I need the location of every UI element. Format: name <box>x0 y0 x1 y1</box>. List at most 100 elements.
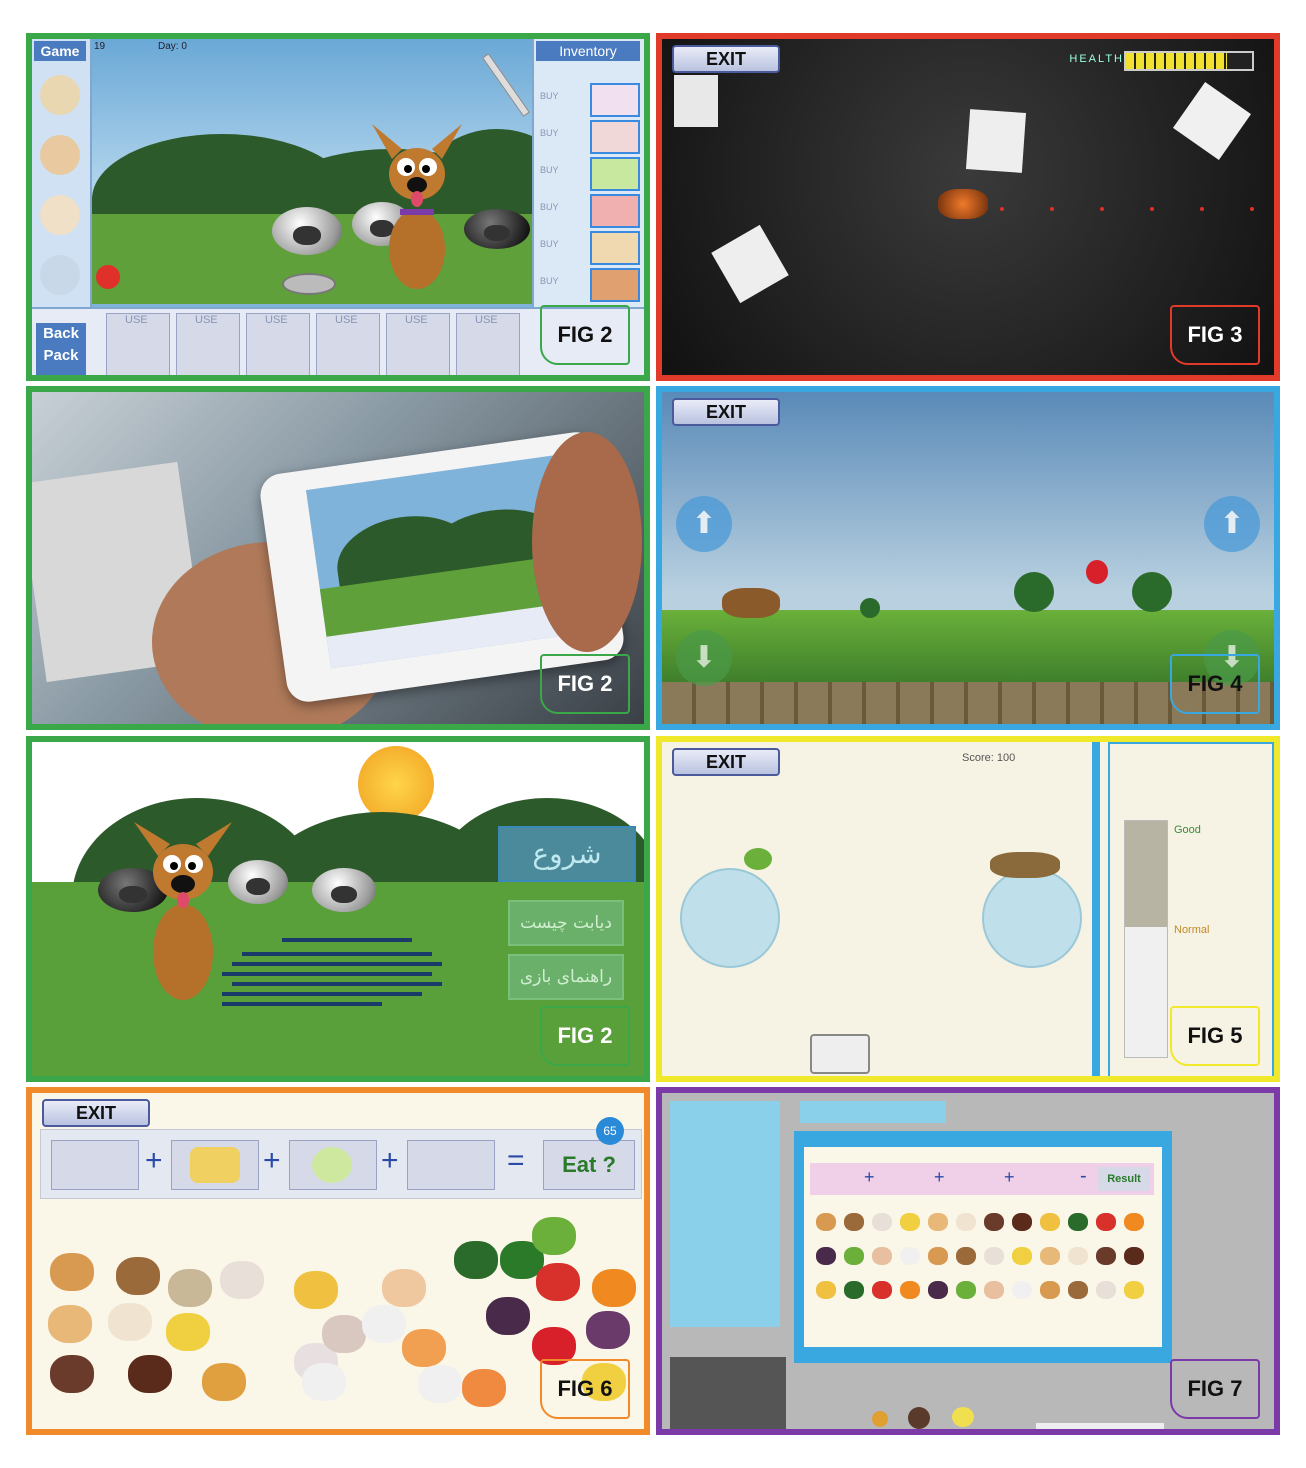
food-item-icon[interactable] <box>590 194 640 228</box>
food-item[interactable] <box>322 1315 366 1353</box>
food-item[interactable] <box>1012 1213 1032 1231</box>
food-item[interactable] <box>294 1271 338 1309</box>
food-item[interactable] <box>1124 1247 1144 1265</box>
sidebar-item-plate[interactable] <box>40 195 80 235</box>
dog-character[interactable] <box>362 119 472 299</box>
use-button[interactable]: USE <box>405 314 428 326</box>
start-button[interactable]: شروع <box>498 826 636 882</box>
food-item[interactable] <box>1096 1247 1116 1265</box>
food-item[interactable] <box>816 1281 836 1299</box>
backpack-slot[interactable]: USE <box>246 313 310 375</box>
food-item[interactable] <box>166 1313 210 1351</box>
sidebar-item-food[interactable] <box>40 75 80 115</box>
food-item[interactable] <box>984 1247 1004 1265</box>
meal-slot[interactable] <box>171 1140 259 1190</box>
food-item[interactable] <box>586 1311 630 1349</box>
food-item[interactable] <box>536 1263 580 1301</box>
buy-button[interactable]: BUY <box>540 276 559 286</box>
food-item[interactable] <box>1012 1247 1032 1265</box>
food-item-icon[interactable] <box>590 157 640 191</box>
tab-inventory[interactable]: Inventory <box>536 41 640 61</box>
food-item[interactable] <box>956 1213 976 1231</box>
game-guide-button[interactable]: راهنمای بازی <box>508 954 624 1000</box>
home-icon[interactable] <box>96 265 120 289</box>
food-item[interactable] <box>302 1363 346 1401</box>
backpack-slot[interactable]: USE <box>106 313 170 375</box>
food-item[interactable] <box>872 1281 892 1299</box>
eat-button[interactable]: Eat ? <box>543 1140 635 1190</box>
food-item[interactable] <box>1068 1281 1088 1299</box>
food-item[interactable] <box>816 1213 836 1231</box>
use-button[interactable]: USE <box>335 314 358 326</box>
food-item[interactable] <box>108 1303 152 1341</box>
food-item[interactable] <box>1124 1213 1144 1231</box>
sidebar-item-pet[interactable] <box>40 135 80 175</box>
food-item[interactable] <box>128 1355 172 1393</box>
food-item[interactable] <box>844 1247 864 1265</box>
food-item[interactable] <box>928 1213 948 1231</box>
food-item[interactable] <box>532 1217 576 1255</box>
food-item[interactable] <box>844 1281 864 1299</box>
food-item[interactable] <box>382 1269 426 1307</box>
food-item[interactable] <box>900 1213 920 1231</box>
tab-game[interactable]: Game <box>34 41 86 61</box>
food-item[interactable] <box>872 1247 892 1265</box>
backpack-slot[interactable]: USE <box>386 313 450 375</box>
food-item[interactable] <box>362 1305 406 1343</box>
food-item[interactable] <box>816 1247 836 1265</box>
food-item[interactable] <box>202 1363 246 1401</box>
food-item[interactable] <box>592 1269 636 1307</box>
food-item[interactable] <box>1096 1281 1116 1299</box>
food-item[interactable] <box>1040 1281 1060 1299</box>
food-item[interactable] <box>116 1257 160 1295</box>
food-item[interactable] <box>1040 1247 1060 1265</box>
exit-button[interactable]: EXIT <box>672 748 780 776</box>
food-item[interactable] <box>1068 1247 1088 1265</box>
food-item-icon[interactable] <box>590 83 640 117</box>
food-bowl[interactable] <box>282 273 336 295</box>
food-item[interactable] <box>1012 1281 1032 1299</box>
backpack-slot[interactable]: USE <box>316 313 380 375</box>
food-item[interactable] <box>462 1369 506 1407</box>
food-item[interactable] <box>872 1213 892 1231</box>
use-button[interactable]: USE <box>475 314 498 326</box>
exit-button[interactable]: EXIT <box>672 398 780 426</box>
food-item[interactable] <box>50 1253 94 1291</box>
dog-character[interactable] <box>722 588 780 618</box>
food-item[interactable] <box>1096 1213 1116 1231</box>
backpack-slot[interactable]: USE <box>176 313 240 375</box>
result-button[interactable]: Result <box>1098 1167 1150 1191</box>
food-item[interactable] <box>220 1261 264 1299</box>
backpack-button[interactable]: Back Pack <box>36 323 86 375</box>
up-arrow-button[interactable]: ⬆ <box>1204 496 1260 552</box>
meal-slot[interactable] <box>289 1140 377 1190</box>
food-item[interactable] <box>50 1355 94 1393</box>
up-arrow-button[interactable]: ⬆ <box>676 496 732 552</box>
food-item[interactable] <box>900 1281 920 1299</box>
food-item-icon[interactable] <box>590 268 640 302</box>
meal-slot[interactable] <box>51 1140 139 1190</box>
food-item[interactable] <box>1124 1281 1144 1299</box>
use-button[interactable]: USE <box>195 314 218 326</box>
buy-button[interactable]: BUY <box>540 239 559 249</box>
food-item[interactable] <box>1068 1213 1088 1231</box>
food-item[interactable] <box>486 1297 530 1335</box>
food-item[interactable] <box>900 1247 920 1265</box>
what-is-diabetes-button[interactable]: دیابت چیست <box>508 900 624 946</box>
meal-slot[interactable] <box>407 1140 495 1190</box>
use-button[interactable]: USE <box>265 314 288 326</box>
buy-button[interactable]: BUY <box>540 202 559 212</box>
food-item[interactable] <box>956 1281 976 1299</box>
buy-button[interactable]: BUY <box>540 91 559 101</box>
use-button[interactable]: USE <box>125 314 148 326</box>
exit-button[interactable]: EXIT <box>672 45 780 73</box>
food-item[interactable] <box>956 1247 976 1265</box>
food-item[interactable] <box>984 1213 1004 1231</box>
food-item[interactable] <box>928 1281 948 1299</box>
exit-button[interactable]: EXIT <box>42 1099 150 1127</box>
backpack-slot[interactable]: USE <box>456 313 520 375</box>
buy-button[interactable]: BUY <box>540 128 559 138</box>
food-item[interactable] <box>168 1269 212 1307</box>
food-item[interactable] <box>844 1213 864 1231</box>
food-item[interactable] <box>402 1329 446 1367</box>
